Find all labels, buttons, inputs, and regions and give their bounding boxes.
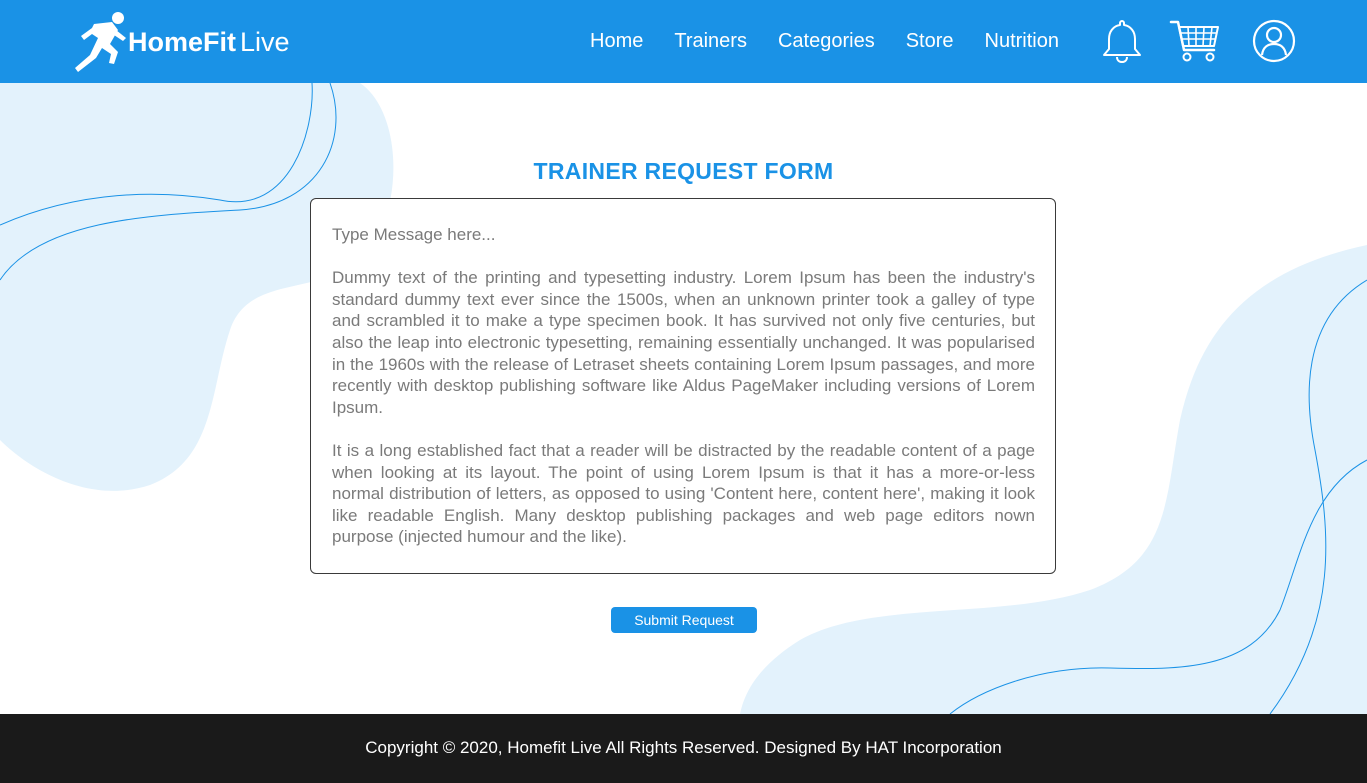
message-placeholder: Type Message here...: [332, 225, 496, 244]
nav-categories[interactable]: Categories: [778, 29, 875, 53]
nav-store[interactable]: Store: [906, 29, 954, 53]
nav-nutrition[interactable]: Nutrition: [985, 29, 1059, 53]
cart-icon[interactable]: [1169, 18, 1221, 64]
logo-brand: HomeFit: [128, 26, 236, 57]
logo-brand-sub: Live: [240, 26, 290, 57]
nav-home[interactable]: Home: [590, 29, 643, 53]
footer-copyright: Copyright © 2020, Homefit Live All Right…: [365, 738, 1002, 757]
bell-icon[interactable]: [1100, 18, 1144, 64]
running-man-icon: [75, 12, 126, 72]
main-nav: Home Trainers Categories Store Nutrition: [590, 29, 1059, 53]
page-title: TRAINER REQUEST FORM: [533, 158, 834, 185]
logo[interactable]: HomeFit Live: [72, 10, 290, 74]
submit-request-button[interactable]: Submit Request: [611, 607, 757, 633]
user-profile-icon[interactable]: [1252, 19, 1296, 63]
nav-trainers[interactable]: Trainers: [674, 29, 747, 53]
message-paragraph-1: Dummy text of the printing and typesetti…: [332, 268, 1035, 417]
page-footer: Copyright © 2020, Homefit Live All Right…: [0, 714, 1367, 783]
message-paragraph-2: It is a long established fact that a rea…: [332, 440, 1035, 547]
top-header: HomeFit Live Home Trainers Categories Sto…: [0, 0, 1367, 83]
message-textarea[interactable]: Type Message here... Dummy text of the p…: [310, 198, 1056, 574]
